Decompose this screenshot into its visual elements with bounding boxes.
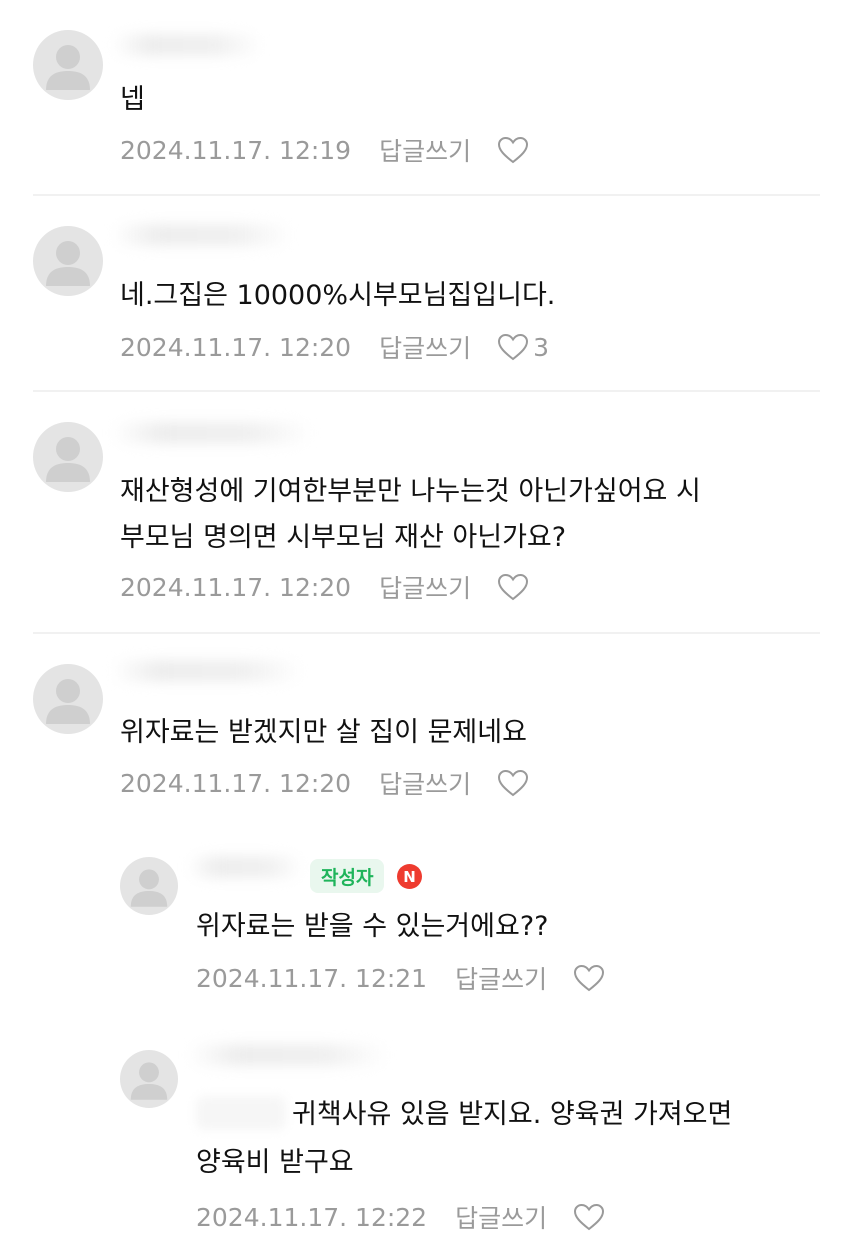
like-button[interactable] [573,964,605,992]
comment-date: 2024.11.17. 12:19 [120,135,352,165]
heart-icon [498,573,529,601]
author-name-redacted [188,856,303,878]
comment-item: 위자료는 받겠지만 살 집이 문제네요 2024.11.17. 12:20 답글… [0,634,850,824]
comment-text: 위자료는 받겠지만 살 집이 문제네요 [120,717,527,748]
comment-meta: 2024.11.17. 12:20 답글쓰기 3 [120,329,549,365]
like-button[interactable] [573,1203,605,1231]
user-silhouette-icon [46,241,90,286]
comment-text-line: 재산형성에 기여한부분만 나누는것 아닌가싶어요 시 [120,476,701,507]
comment-meta: 2024.11.17. 12:19 답글쓰기 [120,132,529,168]
avatar[interactable] [120,1050,178,1108]
heart-icon [574,1203,605,1231]
reply-button[interactable]: 답글쓰기 [379,765,471,801]
reply-text-line: 귀책사유 있음 받지요. 양육권 가져오면 [292,1099,733,1130]
comment-item: 재산형성에 기여한부분만 나누는것 아닌가싶어요 시 부모님 명의면 시부모님 … [0,392,850,632]
user-silhouette-icon [46,437,90,482]
reply-button[interactable]: 답글쓰기 [379,569,471,605]
user-silhouette-icon [130,869,168,907]
reply-item: 작성자 N 위자료는 받을 수 있는거에요?? 2024.11.17. 12:2… [0,824,850,1024]
comment-text: 넵 [120,84,145,115]
avatar[interactable] [33,422,103,492]
reply-text-line: 양육비 받구요 [196,1147,354,1178]
author-name-redacted [188,1044,388,1066]
like-button[interactable]: 3 [497,333,549,362]
avatar[interactable] [120,857,178,915]
comment-item: 네.그집은 10000%시부모님집입니다. 2024.11.17. 12:20 … [0,196,850,390]
like-button[interactable] [497,573,529,601]
avatar[interactable] [33,30,103,100]
like-button[interactable] [497,136,529,164]
reply-meta: 2024.11.17. 12:21 답글쓰기 [196,960,605,996]
comment-date: 2024.11.17. 12:20 [120,572,352,602]
reply-button[interactable]: 답글쓰기 [379,132,471,168]
author-badge: 작성자 [310,859,385,893]
like-button[interactable] [497,769,529,797]
author-name-redacted [112,224,292,246]
reply-date: 2024.11.17. 12:21 [196,963,428,993]
author-name-redacted [112,422,312,444]
redacted-mention [196,1096,286,1130]
comment-item: 넵 2024.11.17. 12:19 답글쓰기 [0,0,850,195]
reply-date: 2024.11.17. 12:22 [196,1202,428,1232]
comment-text: 네.그집은 10000%시부모님집입니다. [120,280,556,311]
comment-meta: 2024.11.17. 12:20 답글쓰기 [120,765,529,801]
reply-button[interactable]: 답글쓰기 [455,1199,547,1235]
user-silhouette-icon [46,45,90,90]
avatar[interactable] [33,664,103,734]
heart-icon [498,769,529,797]
like-count: 3 [533,332,550,362]
reply-meta: 2024.11.17. 12:22 답글쓰기 [196,1199,605,1235]
avatar[interactable] [33,226,103,296]
user-silhouette-icon [46,679,90,724]
comment-meta: 2024.11.17. 12:20 답글쓰기 [120,569,529,605]
user-silhouette-icon [130,1062,168,1100]
reply-button[interactable]: 답글쓰기 [379,329,471,365]
comment-date: 2024.11.17. 12:20 [120,332,352,362]
author-name-redacted [112,34,262,56]
heart-icon [498,136,529,164]
heart-icon [574,964,605,992]
comment-text-line: 부모님 명의면 시부모님 재산 아닌가요? [120,522,567,553]
author-name-redacted [112,660,302,682]
heart-icon [498,333,529,361]
reply-item: 귀책사유 있음 받지요. 양육권 가져오면 양육비 받구요 2024.11.17… [0,1024,850,1247]
reply-button[interactable]: 답글쓰기 [455,960,547,996]
new-badge: N [397,864,422,889]
reply-text: 위자료는 받을 수 있는거에요?? [196,911,549,942]
comment-date: 2024.11.17. 12:20 [120,768,352,798]
